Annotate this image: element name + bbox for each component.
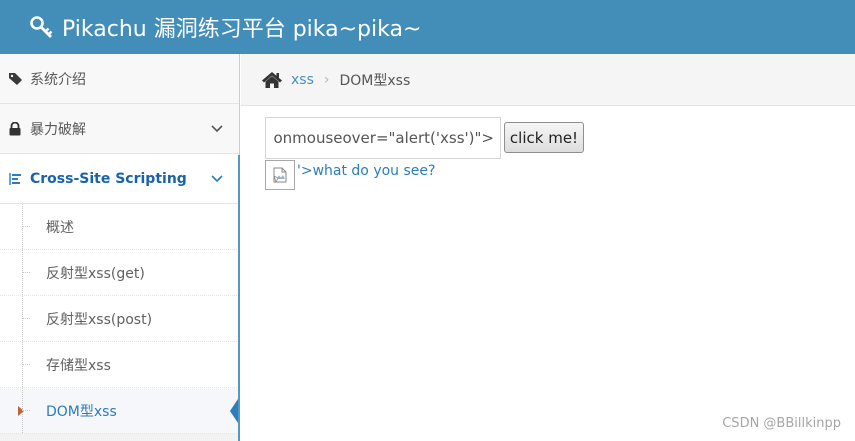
dom-result: '>what do you see? bbox=[265, 160, 435, 190]
sidebar: 系统介绍 暴力破解 Cross-Site Scripting 概述 反射型xss… bbox=[0, 54, 240, 441]
chevron-down-icon bbox=[211, 121, 223, 137]
sidebar-subitem-label: DOM型xss bbox=[46, 403, 117, 420]
sidebar-item-label: 系统介绍 bbox=[30, 71, 86, 88]
xss-text-input[interactable]: onmouseover="alert('xss')"> bbox=[265, 117, 501, 159]
xss-submenu: 概述 反射型xss(get) 反射型xss(post) 存储型xss DOM型x… bbox=[0, 204, 239, 434]
click-me-button[interactable]: click me! bbox=[504, 122, 584, 153]
sidebar-subitem-label: 反射型xss(post) bbox=[46, 311, 153, 328]
sidebar-subitem-reflected-post[interactable]: 反射型xss(post) bbox=[0, 296, 239, 342]
sidebar-item-xss[interactable]: Cross-Site Scripting bbox=[0, 154, 239, 204]
sidebar-subitem-label: 概述 bbox=[46, 219, 74, 236]
sidebar-subitem-label: 反射型xss(get) bbox=[46, 265, 145, 282]
sidebar-subitem-dom[interactable]: DOM型xss bbox=[0, 388, 239, 434]
watermark: CSDN @BBillkinpp bbox=[722, 416, 841, 431]
breadcrumb: xss › DOM型xss bbox=[241, 54, 855, 106]
top-navbar: Pikachu 漏洞练习平台 pika~pika~ bbox=[0, 0, 855, 54]
xss-input-value: onmouseover="alert('xss')"> bbox=[273, 129, 494, 147]
what-do-you-see-link[interactable]: '>what do you see? bbox=[297, 163, 435, 179]
lock-icon bbox=[8, 121, 26, 136]
active-section-bar bbox=[238, 155, 240, 441]
chevron-down-icon bbox=[211, 171, 223, 187]
sidebar-subitem-label: 存储型xss bbox=[46, 357, 111, 374]
list-icon bbox=[8, 172, 26, 186]
key-icon bbox=[30, 16, 53, 38]
breadcrumb-current: DOM型xss bbox=[339, 72, 411, 89]
breadcrumb-link-xss[interactable]: xss bbox=[291, 72, 314, 88]
caret-right-icon bbox=[18, 405, 24, 416]
tags-icon bbox=[8, 72, 26, 86]
sidebar-item-label: Cross-Site Scripting bbox=[30, 170, 187, 187]
home-icon[interactable] bbox=[261, 71, 283, 89]
sidebar-subitem-overview[interactable]: 概述 bbox=[0, 204, 239, 250]
sidebar-subitem-stored[interactable]: 存储型xss bbox=[0, 342, 239, 388]
sidebar-subitem-reflected-get[interactable]: 反射型xss(get) bbox=[0, 250, 239, 296]
app-title: Pikachu 漏洞练习平台 pika~pika~ bbox=[62, 17, 422, 42]
breadcrumb-separator: › bbox=[323, 71, 330, 88]
brand[interactable]: Pikachu 漏洞练习平台 pika~pika~ bbox=[30, 11, 421, 43]
sidebar-item-label: 暴力破解 bbox=[30, 121, 86, 138]
broken-image-icon[interactable] bbox=[265, 160, 295, 190]
sidebar-item-intro[interactable]: 系统介绍 bbox=[0, 54, 239, 104]
sidebar-item-brute-force[interactable]: 暴力破解 bbox=[0, 104, 239, 154]
